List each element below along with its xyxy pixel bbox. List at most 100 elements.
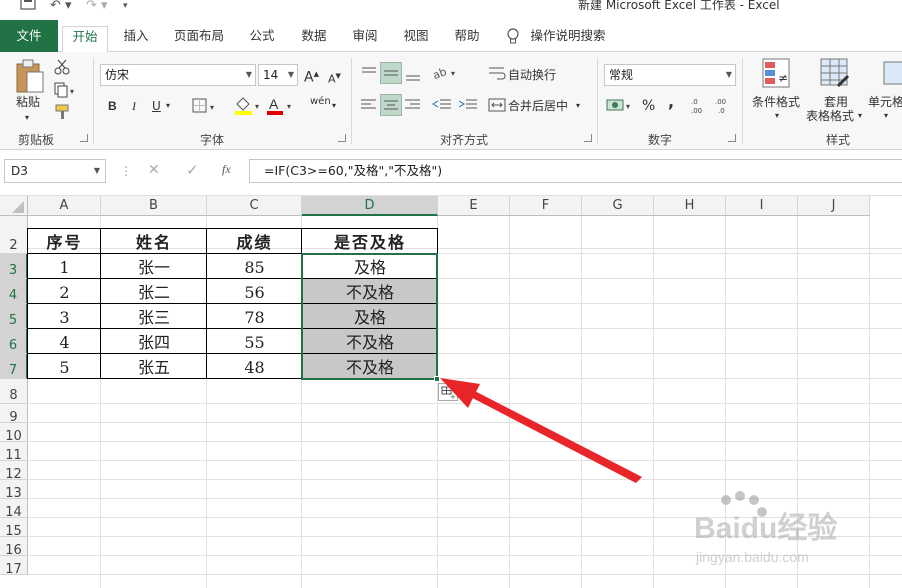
row-header-12[interactable]: 12 (0, 461, 28, 482)
column-header-b[interactable]: B (101, 196, 207, 216)
align-left-icon[interactable] (360, 98, 378, 115)
merge-center-icon[interactable] (488, 98, 506, 115)
paste-icon[interactable] (14, 58, 46, 97)
save-icon[interactable] (20, 0, 36, 10)
fill-color-icon[interactable]: ▾ (234, 96, 262, 119)
column-header-j[interactable]: J (798, 196, 870, 216)
table-cell[interactable]: 4 (28, 329, 101, 354)
table-header-cell[interactable]: 是否及格 (302, 229, 438, 254)
merge-dropdown-icon[interactable]: ▾ (576, 98, 580, 114)
increase-indent-icon[interactable] (458, 98, 478, 115)
table-cell[interactable]: 48 (207, 354, 302, 379)
row-header-11[interactable]: 11 (0, 442, 28, 463)
column-header-e[interactable]: E (438, 196, 510, 216)
select-all-corner[interactable] (0, 196, 28, 216)
increase-font-size-button[interactable]: A▲ (304, 66, 319, 86)
format-as-table-icon[interactable] (820, 58, 850, 93)
tab-help[interactable]: 帮助 (447, 26, 487, 52)
column-header-f[interactable]: F (510, 196, 582, 216)
tab-formulas[interactable]: 公式 (242, 26, 282, 52)
row-header-16[interactable]: 16 (0, 537, 28, 558)
comma-button[interactable]: , (668, 94, 674, 110)
border-icon[interactable]: ▾ (192, 98, 218, 117)
name-box[interactable]: D3 ▼ (4, 159, 106, 183)
tab-page-layout[interactable]: 页面布局 (168, 26, 230, 52)
underline-dropdown-icon[interactable]: ▾ (166, 98, 170, 114)
column-header-i[interactable]: I (726, 196, 798, 216)
table-cell[interactable]: 张三 (101, 304, 207, 329)
tab-insert[interactable]: 插入 (116, 26, 156, 52)
tab-file[interactable]: 文件 (0, 20, 58, 52)
merge-center-button[interactable]: 合并后居中 (508, 98, 568, 114)
customize-qat-icon[interactable]: ▾ (123, 0, 128, 14)
font-color-icon[interactable]: A ▾ (266, 96, 294, 119)
bottom-align-icon[interactable] (404, 66, 422, 85)
table-cell[interactable]: 1 (28, 254, 101, 279)
paste-dropdown-icon[interactable]: ▾ (25, 110, 29, 126)
alignment-launcher-icon[interactable] (584, 134, 592, 142)
row-header-9[interactable]: 9 (0, 404, 28, 425)
table-cell[interactable]: 55 (207, 329, 302, 354)
phonetic-dropdown-icon[interactable]: ▾ (332, 98, 336, 114)
tab-review[interactable]: 审阅 (345, 26, 385, 52)
column-header-d[interactable]: D (302, 196, 438, 216)
conditional-format-icon[interactable]: ≠ (762, 58, 792, 93)
table-header-cell[interactable]: 成绩 (207, 229, 302, 254)
clipboard-launcher-icon[interactable] (80, 134, 88, 142)
row-header-4[interactable]: 4 (0, 279, 28, 304)
tell-me-search[interactable]: 操作说明搜索 (528, 26, 608, 52)
table-cell[interactable]: 56 (207, 279, 302, 304)
row-header-13[interactable]: 13 (0, 480, 28, 501)
insert-function-icon[interactable]: fx (222, 162, 231, 177)
row-header-7[interactable]: 7 (0, 354, 28, 379)
table-cell[interactable]: 2 (28, 279, 101, 304)
row-header-17[interactable]: 17 (0, 556, 28, 577)
table-cell[interactable]: 张五 (101, 354, 207, 379)
wrap-text-button[interactable]: 自动换行 (508, 67, 556, 83)
table-cell[interactable]: 3 (28, 304, 101, 329)
table-cell[interactable]: 张四 (101, 329, 207, 354)
italic-button[interactable]: I (132, 98, 136, 114)
format-as-table-dropdown-icon[interactable]: ▾ (858, 108, 862, 124)
copy-icon[interactable]: ▾ (54, 82, 76, 101)
row-header-8[interactable]: 8 (0, 379, 28, 404)
column-header-a[interactable]: A (28, 196, 101, 216)
orientation-icon[interactable]: ab ▾ (431, 64, 460, 85)
cut-icon[interactable] (54, 59, 70, 78)
number-format-select[interactable]: 常规 ▼ (604, 64, 736, 86)
column-header-c[interactable]: C (207, 196, 302, 216)
format-painter-icon[interactable] (54, 104, 70, 123)
underline-button[interactable]: U (152, 98, 161, 114)
paste-button[interactable]: 粘贴 (16, 94, 40, 110)
tab-home[interactable]: 开始 (62, 26, 108, 53)
table-header-cell[interactable]: 姓名 (101, 229, 207, 254)
cell-styles-icon[interactable] (880, 58, 902, 93)
table-cell[interactable]: 78 (207, 304, 302, 329)
enter-icon[interactable]: ✓ (186, 161, 199, 179)
wrap-text-icon[interactable] (488, 66, 506, 85)
table-cell[interactable]: 85 (207, 254, 302, 279)
decrease-indent-icon[interactable] (432, 98, 452, 115)
row-header-2[interactable]: 2 (0, 229, 28, 254)
tab-view[interactable]: 视图 (396, 26, 436, 52)
table-cell[interactable]: 张二 (101, 279, 207, 304)
middle-align-icon[interactable] (380, 62, 402, 84)
bold-button[interactable]: B (108, 98, 117, 114)
row-header-5[interactable]: 5 (0, 304, 28, 329)
conditional-format-dropdown-icon[interactable]: ▾ (775, 108, 779, 124)
undo-icon[interactable]: ↶ ▾ (50, 0, 72, 14)
row-header-3[interactable]: 3 (0, 254, 28, 279)
row-header-6[interactable]: 6 (0, 329, 28, 354)
formula-bar-splitter[interactable]: ⋮ (120, 164, 132, 178)
formula-input[interactable]: =IF(C3>=60,"及格","不及格") (249, 159, 902, 183)
quick-analysis-icon[interactable]: + (438, 383, 458, 401)
align-center-icon[interactable] (380, 94, 402, 116)
increase-decimal-icon[interactable]: .0.00 (690, 96, 710, 119)
font-name-select[interactable]: 仿宋 ▼ (100, 64, 256, 86)
percent-button[interactable]: % (642, 98, 655, 114)
column-header-h[interactable]: H (654, 196, 726, 216)
decrease-font-size-button[interactable]: A▼ (328, 68, 341, 88)
decrease-decimal-icon[interactable]: .00.0 (714, 96, 734, 119)
table-cell[interactable]: 5 (28, 354, 101, 379)
redo-icon[interactable]: ↷ ▾ (86, 0, 108, 14)
